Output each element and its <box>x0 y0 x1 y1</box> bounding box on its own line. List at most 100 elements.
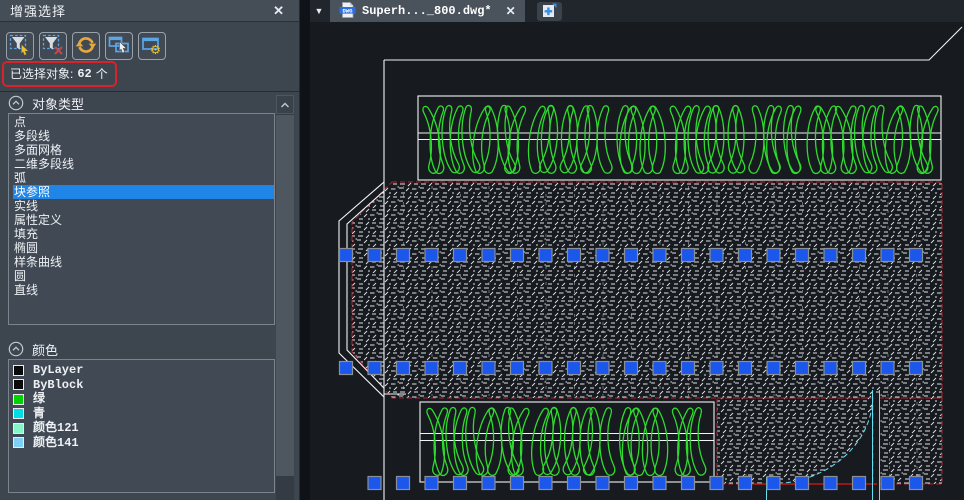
color-item[interactable]: ByBlock <box>13 378 274 392</box>
grip-handle[interactable] <box>767 477 780 490</box>
grip-handle[interactable] <box>539 362 552 375</box>
object-type-item[interactable]: 点 <box>13 115 275 129</box>
object-type-item[interactable]: 实线 <box>13 199 275 213</box>
grip-handle[interactable] <box>796 362 809 375</box>
drawing-viewport[interactable] <box>310 22 964 500</box>
new-drawing-button[interactable] <box>537 2 562 21</box>
window-select-button[interactable] <box>105 32 133 60</box>
grip-handle[interactable] <box>682 249 695 262</box>
grip-handle[interactable] <box>568 362 581 375</box>
grip-handle[interactable] <box>340 249 353 262</box>
color-section-header[interactable]: 颜色 <box>0 338 299 359</box>
grip-handle[interactable] <box>910 477 923 490</box>
grip-handle[interactable] <box>682 362 695 375</box>
invert-selection-button[interactable] <box>72 32 100 60</box>
grip-handle[interactable] <box>397 362 410 375</box>
object-type-item[interactable]: 椭圆 <box>13 241 275 255</box>
grip-handle[interactable] <box>739 477 752 490</box>
grip-handle[interactable] <box>568 249 581 262</box>
filter-clear-button[interactable] <box>39 32 67 60</box>
selection-settings-button[interactable]: ⚙ <box>138 32 166 60</box>
grip-handle[interactable] <box>539 249 552 262</box>
object-type-section-header[interactable]: 对象类型 <box>0 92 299 113</box>
object-type-item[interactable]: 块参照 <box>13 185 275 199</box>
grip-handle[interactable] <box>482 362 495 375</box>
tab-list-dropdown-icon[interactable]: ▼ <box>310 0 328 22</box>
color-item[interactable]: 颜色121 <box>13 421 274 435</box>
grip-handle[interactable] <box>910 362 923 375</box>
grip-handle[interactable] <box>397 477 410 490</box>
grip-handle[interactable] <box>625 362 638 375</box>
grip-handle[interactable] <box>454 477 467 490</box>
collapse-section-icon[interactable] <box>8 95 24 111</box>
grip-handle[interactable] <box>511 477 524 490</box>
grip-handle[interactable] <box>397 249 410 262</box>
object-type-item[interactable]: 填充 <box>13 227 275 241</box>
grip-handle[interactable] <box>482 249 495 262</box>
grip-handle[interactable] <box>368 477 381 490</box>
grip-handle[interactable] <box>796 477 809 490</box>
grip-handle[interactable] <box>682 477 695 490</box>
grip-handle[interactable] <box>511 249 524 262</box>
grip-handle[interactable] <box>653 249 666 262</box>
close-icon[interactable]: ✕ <box>269 3 289 19</box>
grip-handle[interactable] <box>340 362 353 375</box>
grip-handle[interactable] <box>425 477 438 490</box>
grip-handle[interactable] <box>767 362 780 375</box>
grip-handle[interactable] <box>596 249 609 262</box>
grip-handle[interactable] <box>482 477 495 490</box>
grip-handle[interactable] <box>596 477 609 490</box>
grip-handle[interactable] <box>511 362 524 375</box>
grip-handle[interactable] <box>568 477 581 490</box>
scroll-up-icon[interactable] <box>276 95 294 114</box>
object-type-item[interactable]: 弧 <box>13 171 275 185</box>
object-type-item[interactable]: 多段线 <box>13 129 275 143</box>
object-type-item[interactable]: 样条曲线 <box>13 255 275 269</box>
color-item[interactable]: 绿 <box>13 392 274 406</box>
panel-titlebar[interactable]: 增强选择 ✕ <box>0 0 299 22</box>
grip-handle[interactable] <box>853 362 866 375</box>
panel-splitter[interactable] <box>300 0 310 500</box>
grip-handle[interactable] <box>853 477 866 490</box>
grip-handle[interactable] <box>824 249 837 262</box>
grip-handle[interactable] <box>653 362 666 375</box>
color-item[interactable]: 颜色141 <box>13 436 274 450</box>
object-type-item[interactable]: 属性定义 <box>13 213 275 227</box>
grip-handle[interactable] <box>625 477 638 490</box>
grip-handle[interactable] <box>739 249 752 262</box>
grip-handle[interactable] <box>824 477 837 490</box>
filter-select-button[interactable] <box>6 32 34 60</box>
grip-handle[interactable] <box>739 362 752 375</box>
grip-handle[interactable] <box>425 362 438 375</box>
object-type-item[interactable]: 二维多段线 <box>13 157 275 171</box>
object-type-item[interactable]: 直线 <box>13 283 275 297</box>
grip-handle[interactable] <box>653 477 666 490</box>
drawing-tab[interactable]: DWG Superh..._800.dwg* ✕ <box>330 0 525 22</box>
grip-handle[interactable] <box>824 362 837 375</box>
grip-handle[interactable] <box>910 249 923 262</box>
grip-handle[interactable] <box>796 249 809 262</box>
grip-handle[interactable] <box>710 362 723 375</box>
tab-close-icon[interactable]: ✕ <box>506 4 516 18</box>
panel-scrollbar[interactable] <box>276 95 294 500</box>
grip-handle[interactable] <box>767 249 780 262</box>
grip-handle[interactable] <box>454 249 467 262</box>
grip-handle[interactable] <box>710 249 723 262</box>
object-type-item[interactable]: 多面网格 <box>13 143 275 157</box>
grip-handle[interactable] <box>881 477 894 490</box>
grip-handle[interactable] <box>625 249 638 262</box>
drawing-canvas[interactable] <box>310 22 964 500</box>
object-type-item[interactable]: 圆 <box>13 269 275 283</box>
grip-handle[interactable] <box>368 249 381 262</box>
grip-handle[interactable] <box>596 362 609 375</box>
grip-handle[interactable] <box>368 362 381 375</box>
grip-handle[interactable] <box>881 362 894 375</box>
color-item[interactable]: ByLayer <box>13 363 274 377</box>
grip-handle[interactable] <box>853 249 866 262</box>
grip-handle[interactable] <box>425 249 438 262</box>
grip-handle[interactable] <box>539 477 552 490</box>
collapse-section-icon[interactable] <box>8 341 24 357</box>
grip-handle[interactable] <box>710 477 723 490</box>
grip-handle[interactable] <box>454 362 467 375</box>
grip-handle[interactable] <box>881 249 894 262</box>
